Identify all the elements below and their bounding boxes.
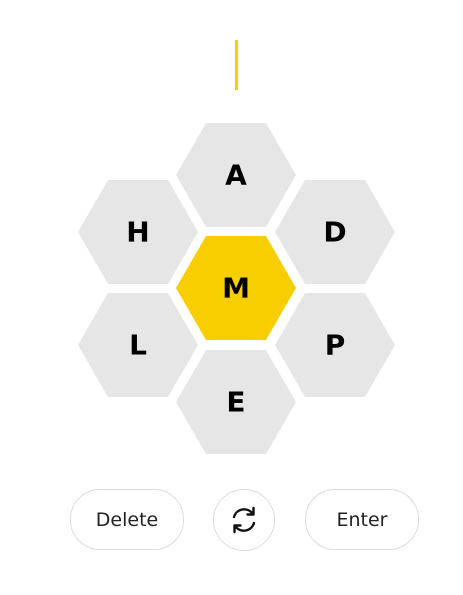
hive-cell-bottom[interactable]: E [176,350,296,454]
hive-cell-center[interactable]: M [176,236,296,340]
delete-button[interactable]: Delete [70,489,184,550]
hive-cell-upper-left[interactable]: H [78,180,198,284]
hive-cell-lower-left[interactable]: L [78,293,198,397]
delete-button-label: Delete [95,508,159,531]
shuffle-icon [232,506,256,534]
spelling-bee-game: A D P E L H M Delete Enter [0,0,463,595]
enter-button[interactable]: Enter [305,489,419,550]
cell-letter: L [129,329,147,362]
cell-letter: H [126,216,149,249]
hive-cell-top[interactable]: A [176,123,296,227]
hive-cell-lower-right[interactable]: P [275,293,395,397]
enter-button-label: Enter [336,508,388,531]
cell-letter: A [225,159,247,192]
cell-letter: D [323,216,346,249]
hive-svg: A D P E L H M [78,123,395,454]
hive-cell-upper-right[interactable]: D [275,180,395,284]
cell-letter: P [325,329,346,362]
hive: A D P E L H M [0,0,463,470]
shuffle-button[interactable] [213,489,275,551]
center-letter: M [222,272,250,305]
cell-letter: E [226,386,245,419]
